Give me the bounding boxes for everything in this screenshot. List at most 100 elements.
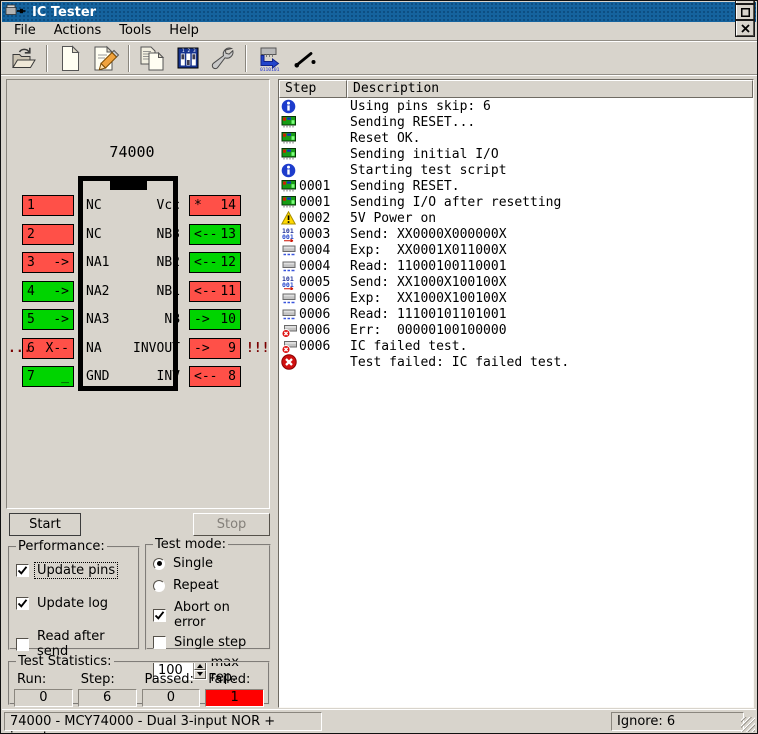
checked-box-icon xyxy=(16,597,29,610)
chip-ok-icon xyxy=(281,147,297,161)
pin-9-box[interactable]: ->9 xyxy=(189,338,241,359)
dip-switches-button[interactable]: 123 xyxy=(170,43,205,74)
pin-number: 4 xyxy=(27,284,35,299)
log-row[interactable]: Sending RESET... xyxy=(279,114,753,130)
log-row[interactable]: 0006Exp: XX1000X100100X xyxy=(279,290,753,306)
menu-actions[interactable]: Actions xyxy=(45,22,111,40)
log-row[interactable]: Test failed: IC failed test. xyxy=(279,354,753,370)
pin-8-box[interactable]: <--8 xyxy=(189,366,241,387)
menu-file[interactable]: File xyxy=(5,22,45,40)
test-ic-button[interactable]: 0110101 xyxy=(252,43,287,74)
log-description: Sending I/O after resetting xyxy=(347,195,561,210)
copy-icon xyxy=(139,45,166,72)
log-table-header: Step Description xyxy=(279,80,753,98)
log-description: Reset OK. xyxy=(347,131,420,146)
resize-grip[interactable] xyxy=(741,717,755,732)
probe-button[interactable] xyxy=(287,43,322,74)
error-icon xyxy=(281,354,297,370)
chip-read-icon xyxy=(281,291,297,305)
pin-number: 3 xyxy=(27,255,35,270)
pin-1-box[interactable]: 1 xyxy=(22,195,74,216)
log-row[interactable]: Sending initial I/O xyxy=(279,146,753,162)
pin-direction: -> xyxy=(53,312,69,327)
tools-button[interactable] xyxy=(205,43,240,74)
pin-8-label: INV xyxy=(98,368,180,385)
radio-repeat[interactable]: Repeat xyxy=(153,578,265,593)
checkbox-update-pins[interactable]: Update pins xyxy=(16,563,134,578)
log-row[interactable]: Starting test script xyxy=(279,162,753,178)
test-mode-frame: Test mode: Single Repeat Abort on error Sin… xyxy=(145,537,271,650)
log-row[interactable]: 0006Err: 00000100100000 xyxy=(279,322,753,338)
chip-ok-icon xyxy=(281,195,297,209)
checkbox-abort-on-error[interactable]: Abort on error xyxy=(153,600,265,630)
log-step: 0004 xyxy=(299,243,347,258)
stat-failed: Failed:1 xyxy=(205,672,264,707)
chip-read-icon xyxy=(281,259,297,273)
pin-11-box[interactable]: <--11 xyxy=(189,281,241,302)
log-description: Starting test script xyxy=(347,163,507,178)
menu-help[interactable]: Help xyxy=(160,22,208,40)
pin-7-box[interactable]: 7_ xyxy=(22,366,74,387)
stat-label: Run: xyxy=(14,672,73,689)
pin-11-label: NB1 xyxy=(98,283,180,300)
log-description: 5V Power on xyxy=(347,211,436,226)
start-button[interactable]: Start xyxy=(9,513,81,536)
pin-2-box[interactable]: 2 xyxy=(22,224,74,245)
pin-5-box[interactable]: 5-> xyxy=(22,309,74,330)
log-row[interactable]: 0004Exp: XX0001X011000X xyxy=(279,242,753,258)
log-row[interactable]: 0006Read: 11100101101001 xyxy=(279,306,753,322)
probe-icon xyxy=(293,46,317,71)
log-row-icon xyxy=(279,291,299,305)
pin-number: 12 xyxy=(220,255,236,270)
log-row[interactable]: 0004Read: 11000100110001 xyxy=(279,258,753,274)
toolbar: 123 0110101 xyxy=(1,41,757,75)
titlebar[interactable]: IC Tester xyxy=(2,2,756,22)
edit-button[interactable] xyxy=(88,43,123,74)
statusbar: 74000 - MCY74000 - Dual 3-input NOR + in… xyxy=(2,709,756,732)
log-description: Send: XX0000X000000X xyxy=(347,227,507,242)
pin-3-box[interactable]: 3-> xyxy=(22,252,74,273)
pin-10-box[interactable]: ->10 xyxy=(189,309,241,330)
log-row[interactable]: 0001Sending I/O after resetting xyxy=(279,194,753,210)
open-button[interactable] xyxy=(6,43,41,74)
log-row[interactable]: 00025V Power on xyxy=(279,210,753,226)
log-table-body: Using pins skip: 6Sending RESET...Reset … xyxy=(279,98,753,370)
close-icon xyxy=(741,24,750,33)
checkbox-update-log[interactable]: Update log xyxy=(16,596,134,611)
log-row[interactable]: Reset OK. xyxy=(279,130,753,146)
checkbox-label: Abort on error xyxy=(172,600,265,630)
chip-ok-icon xyxy=(281,115,297,129)
pin-12-box[interactable]: <--12 xyxy=(189,252,241,273)
pin-14-box[interactable]: *14 xyxy=(189,195,241,216)
log-row[interactable]: 0006IC failed test. xyxy=(279,338,753,354)
maximize-button[interactable] xyxy=(736,4,754,20)
radio-single[interactable]: Single xyxy=(153,556,265,571)
pin-13-box[interactable]: <--13 xyxy=(189,224,241,245)
radio-label: Single xyxy=(171,556,215,571)
checkbox-label: Single step xyxy=(172,635,248,650)
log-row-icon xyxy=(279,147,299,161)
column-header-step[interactable]: Step xyxy=(279,80,347,98)
new-button[interactable] xyxy=(53,43,88,74)
log-row[interactable]: 1010010005Send: XX1000X100100X xyxy=(279,274,753,290)
log-description: Sending initial I/O xyxy=(347,147,499,162)
pin-number: 9 xyxy=(228,341,236,356)
test-mode-title: Test mode: xyxy=(153,537,228,552)
pin-4-box[interactable]: 4-> xyxy=(22,281,74,302)
menu-tools[interactable]: Tools xyxy=(110,22,160,40)
column-header-description[interactable]: Description xyxy=(347,80,753,98)
chip-read-icon xyxy=(281,307,297,321)
copy-button[interactable] xyxy=(135,43,170,74)
log-table[interactable]: Step Description Using pins skip: 6Sendi… xyxy=(278,79,754,708)
log-row[interactable]: Using pins skip: 6 xyxy=(279,98,753,114)
log-step: 0005 xyxy=(299,275,347,290)
window-title: IC Tester xyxy=(32,5,96,20)
log-row[interactable]: 1010010003Send: XX0000X000000X xyxy=(279,226,753,242)
test-statistics-frame: Test Statistics: Run:0Step:6Passed:0Fail… xyxy=(8,654,270,705)
checkbox-single-step[interactable]: Single step xyxy=(153,635,265,650)
close-button[interactable] xyxy=(736,20,754,36)
pin-number: 10 xyxy=(220,312,236,327)
log-step: 0006 xyxy=(299,307,347,322)
stop-button[interactable]: Stop xyxy=(193,513,270,536)
log-row[interactable]: 0001Sending RESET. xyxy=(279,178,753,194)
